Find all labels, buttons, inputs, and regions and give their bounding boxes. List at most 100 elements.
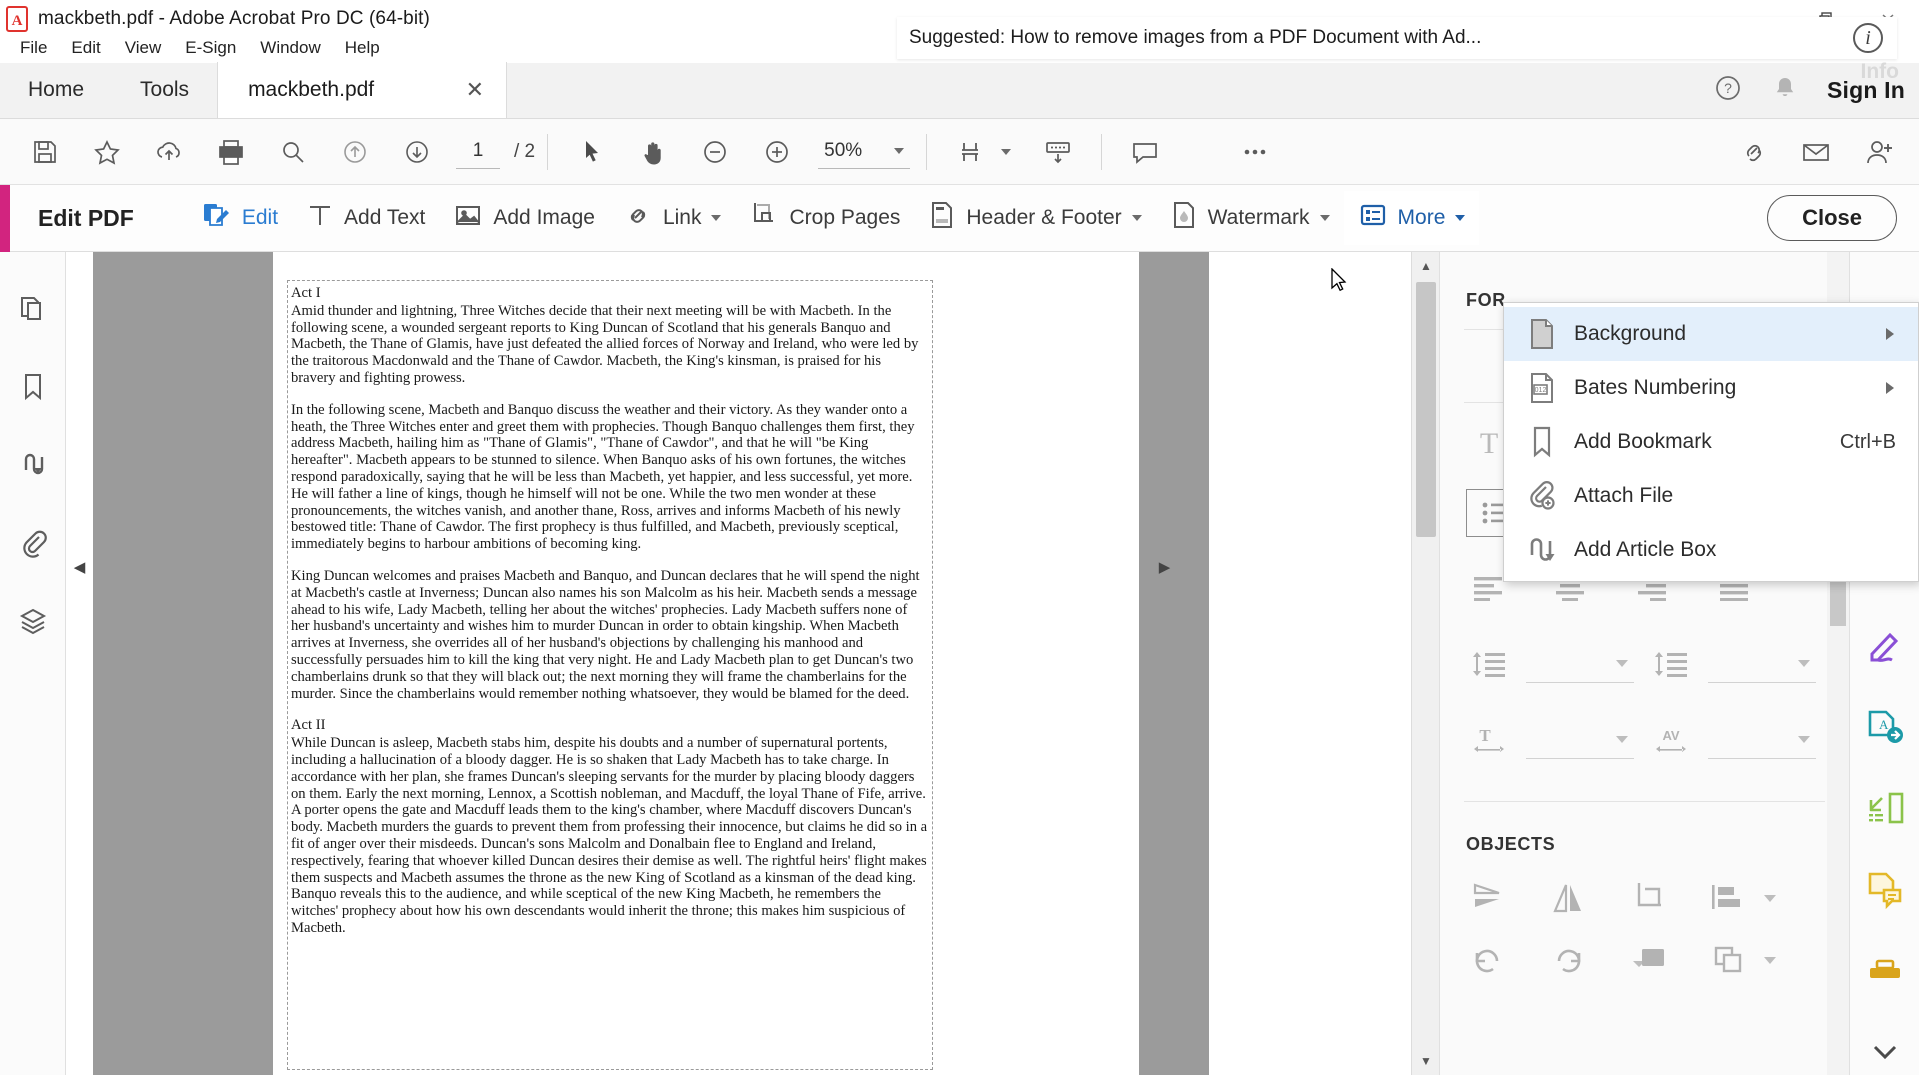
character-spacing-icon[interactable]: AV [1648, 719, 1694, 761]
chevron-down-icon[interactable] [1132, 215, 1142, 221]
scroll-mode-icon[interactable] [1027, 121, 1089, 183]
menu-file[interactable]: File [8, 35, 59, 61]
menu-view[interactable]: View [113, 35, 174, 61]
bell-icon[interactable] [1771, 73, 1799, 108]
attachments-icon[interactable] [10, 520, 56, 566]
sign-in-button[interactable]: Sign In [1827, 77, 1905, 104]
scroll-down-icon[interactable]: ▼ [1412, 1047, 1439, 1075]
menu-edit[interactable]: Edit [59, 35, 112, 61]
page-down-icon[interactable] [386, 121, 448, 183]
tab-document-mackbeth[interactable]: mackbeth.pdf ✕ [217, 62, 507, 118]
crop-object-icon[interactable] [1626, 877, 1672, 919]
menu-item-attach-file[interactable]: Attach File [1504, 469, 1918, 523]
article-box-icon[interactable] [10, 442, 56, 488]
scroll-up-icon[interactable]: ▲ [1412, 252, 1439, 280]
fit-page-icon[interactable] [939, 121, 1001, 183]
flip-horizontal-icon[interactable] [1546, 877, 1592, 919]
menu-item-background[interactable]: Background [1504, 307, 1918, 361]
comment-icon[interactable] [1114, 121, 1176, 183]
replace-image-icon[interactable] [1626, 939, 1672, 981]
email-icon[interactable] [1785, 121, 1847, 183]
tab-tools[interactable]: Tools [112, 62, 217, 118]
line-spacing-icon[interactable] [1466, 643, 1512, 685]
stamp-icon[interactable] [1862, 948, 1908, 993]
flip-vertical-icon[interactable] [1466, 877, 1512, 919]
horizontal-scale-field[interactable] [1526, 721, 1634, 759]
paragraph-spacing-icon[interactable] [1648, 643, 1694, 685]
line-spacing-field[interactable] [1526, 645, 1634, 683]
chevron-down-icon[interactable] [1862, 1030, 1908, 1075]
chevron-down-icon[interactable] [1455, 215, 1465, 221]
document-viewer[interactable]: Act I Amid thunder and lightning, Three … [66, 252, 1439, 1075]
share-link-icon[interactable] [1723, 121, 1785, 183]
chevron-down-icon[interactable] [711, 215, 721, 221]
align-objects-icon[interactable] [1706, 877, 1752, 919]
layers-icon[interactable] [10, 598, 56, 644]
add-image-icon [453, 200, 483, 236]
chevron-down-icon[interactable] [1320, 215, 1330, 221]
select-cursor-icon[interactable] [560, 121, 622, 183]
export-pdf-icon[interactable]: A [1862, 705, 1908, 750]
menu-item-bates-numbering[interactable]: 012 Bates Numbering [1504, 361, 1918, 415]
menu-item-add-bookmark-label: Add Bookmark [1574, 430, 1840, 454]
more-dropdown-menu[interactable]: Background 012 Bates Numbering Add [1503, 302, 1919, 582]
character-spacing-field[interactable] [1708, 721, 1816, 759]
collapse-left-panel-button[interactable]: ◀ [66, 552, 93, 582]
fill-and-sign-icon[interactable] [1862, 623, 1908, 668]
page-thumbnails-icon[interactable] [10, 286, 56, 332]
organize-pages-icon[interactable] [1862, 786, 1908, 831]
ribbon-add-image-button[interactable]: Add Image [439, 191, 609, 245]
zoom-level-selector[interactable]: 50% [818, 135, 910, 169]
collapse-right-panel-button[interactable]: ▶ [1151, 552, 1178, 582]
zoom-value: 50% [824, 140, 862, 162]
paragraph-spacing-field[interactable] [1708, 645, 1816, 683]
page-up-icon[interactable] [324, 121, 386, 183]
watermark-icon [1170, 199, 1198, 237]
ribbon-header-footer-button[interactable]: Header & Footer [914, 191, 1155, 245]
info-icon[interactable]: i [1853, 23, 1883, 53]
zoom-in-icon[interactable] [746, 121, 808, 183]
ribbon-add-text-button[interactable]: Add Text [292, 191, 439, 245]
horizontal-scale-icon[interactable]: T [1466, 719, 1512, 761]
chevron-down-icon[interactable] [894, 148, 904, 154]
save-icon[interactable] [14, 121, 76, 183]
suggested-text: Suggested: How to remove images from a P… [909, 27, 1481, 49]
arrange-chevron-icon[interactable] [1764, 957, 1776, 964]
scrollbar-thumb[interactable] [1416, 282, 1436, 537]
ribbon-link-button[interactable]: Link [609, 191, 736, 245]
arrange-icon[interactable] [1706, 939, 1752, 981]
bookmarks-icon[interactable] [10, 364, 56, 410]
tab-home[interactable]: Home [0, 62, 112, 118]
print-icon[interactable] [200, 121, 262, 183]
fit-page-chevron-icon[interactable] [1001, 149, 1011, 155]
viewer-scrollbar[interactable]: ▲ ▼ [1411, 252, 1439, 1075]
ellipsis-icon[interactable] [1224, 121, 1286, 183]
menu-item-add-bookmark[interactable]: Add Bookmark Ctrl+B [1504, 415, 1918, 469]
viewer-background-right [1139, 252, 1209, 1075]
account-icon[interactable] [1847, 121, 1909, 183]
star-icon[interactable] [76, 121, 138, 183]
rotate-left-icon[interactable] [1466, 939, 1512, 981]
ribbon-more-button[interactable]: More [1344, 191, 1480, 245]
tab-strip: Home Tools mackbeth.pdf ✕ ? Sign In [0, 63, 1919, 119]
cloud-upload-icon[interactable] [138, 121, 200, 183]
ribbon-edit-button[interactable]: Edit [186, 191, 292, 245]
align-objects-chevron-icon[interactable] [1764, 895, 1776, 902]
ribbon-close-button[interactable]: Close [1767, 195, 1897, 241]
hand-tool-icon[interactable] [622, 121, 684, 183]
close-icon[interactable]: ✕ [466, 77, 484, 103]
search-icon[interactable] [262, 121, 324, 183]
menu-window[interactable]: Window [248, 35, 332, 61]
menu-item-add-article-box[interactable]: Add Article Box [1504, 523, 1918, 577]
page-number-input[interactable]: 1 [456, 135, 500, 169]
pdf-page[interactable]: Act I Amid thunder and lightning, Three … [273, 252, 1139, 1075]
ribbon-watermark-button[interactable]: Watermark [1156, 191, 1344, 245]
rotate-right-icon[interactable] [1546, 939, 1592, 981]
comment-tool-icon[interactable] [1862, 867, 1908, 912]
ribbon-crop-pages-button[interactable]: Crop Pages [735, 191, 914, 245]
zoom-out-icon[interactable] [684, 121, 746, 183]
menu-help[interactable]: Help [333, 35, 392, 61]
question-circle-icon[interactable]: ? [1713, 73, 1743, 108]
menu-esign[interactable]: E-Sign [173, 35, 248, 61]
suggested-notification[interactable]: Suggested: How to remove images from a P… [897, 17, 1897, 59]
